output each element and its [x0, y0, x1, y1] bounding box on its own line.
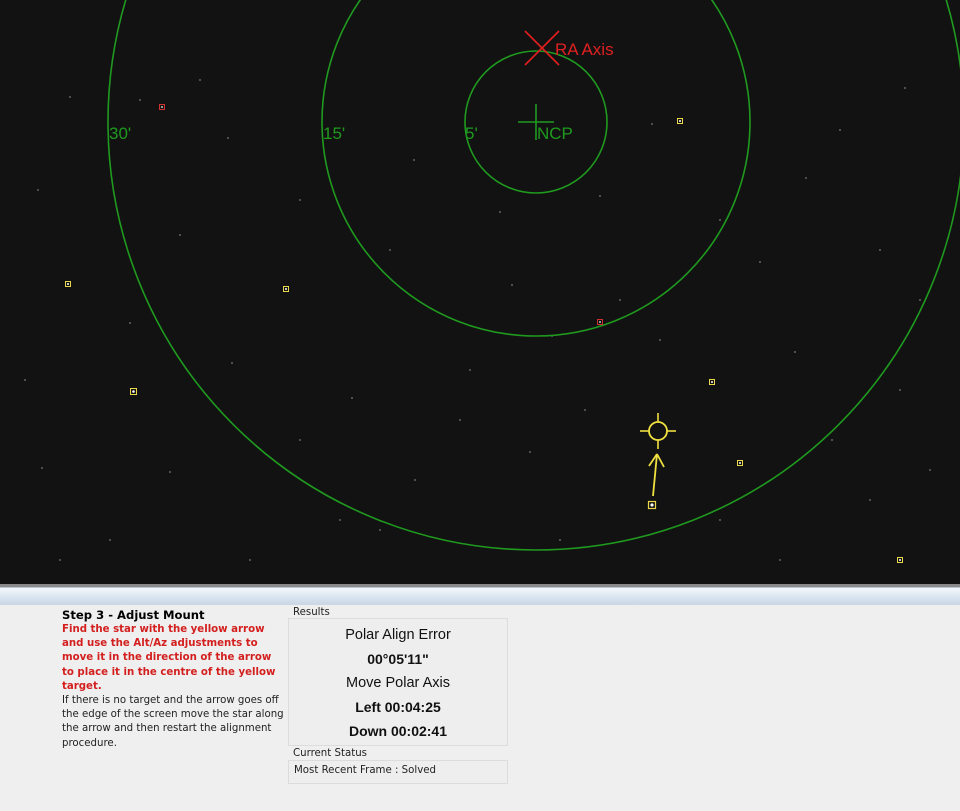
- move-polar-axis-label: Move Polar Axis: [346, 675, 450, 691]
- faint-star: [879, 249, 881, 251]
- star-marker-icon: [897, 557, 903, 563]
- star-marker-icon: [283, 286, 289, 292]
- ring-30-arcmin: [107, 0, 960, 551]
- polar-align-error-value: 00°05'11": [367, 651, 429, 667]
- faint-star: [919, 299, 921, 301]
- move-down-value: Down 00:02:41: [348, 723, 448, 739]
- sky-canvas: 30' 15' 5' NCP RA Axis: [24, 0, 960, 563]
- faint-star: [389, 249, 391, 251]
- faint-star: [904, 87, 906, 89]
- star-marker-icon: [130, 388, 137, 395]
- star-marker-icon: [65, 281, 71, 287]
- faint-star: [24, 379, 26, 381]
- faint-star: [59, 559, 61, 561]
- star-marker-icon: [677, 118, 683, 124]
- faint-star: [129, 322, 131, 324]
- faint-star: [351, 397, 353, 399]
- faint-star: [139, 99, 141, 101]
- faint-star: [584, 409, 586, 411]
- faint-star: [499, 211, 501, 213]
- faint-star: [899, 389, 901, 391]
- faint-star: [599, 195, 601, 197]
- step-instruction-text: Find the star with the yellow arrow and …: [62, 624, 276, 692]
- faint-star: [339, 519, 341, 521]
- faint-star: [511, 284, 513, 286]
- faint-star: [839, 129, 841, 131]
- move-left-value: Left 00:04:25: [355, 699, 441, 715]
- faint-star: [869, 499, 871, 501]
- faint-stars: [24, 79, 931, 561]
- plate-solve-view: 30' 15' 5' NCP RA Axis: [0, 0, 960, 584]
- faint-star: [41, 467, 43, 469]
- faint-star: [529, 451, 531, 453]
- faint-star: [249, 559, 251, 561]
- faint-star: [413, 159, 415, 161]
- polar-align-error-label: Polar Align Error: [345, 627, 451, 643]
- faint-star: [469, 369, 471, 371]
- star-marker-icon: [737, 460, 743, 466]
- faint-star: [299, 199, 301, 201]
- results-group: Polar Align Error 00°05'11" Move Polar A…: [288, 618, 508, 746]
- direction-arrow-icon: [648, 453, 665, 497]
- faint-star: [759, 261, 761, 263]
- faint-star: [414, 479, 416, 481]
- faint-star: [559, 539, 561, 541]
- faint-star: [169, 471, 171, 473]
- step-title: Step 3 - Adjust Mount: [62, 608, 205, 622]
- faint-star: [227, 137, 229, 139]
- faint-star: [379, 529, 381, 531]
- faint-star: [199, 79, 201, 81]
- faint-star: [659, 339, 661, 341]
- status-group: Most Recent Frame : Solved: [288, 760, 508, 784]
- rejected-star-icon: [159, 104, 165, 110]
- target-reticle-icon: [640, 413, 676, 449]
- faint-star: [69, 96, 71, 98]
- ncp-label: NCP: [537, 124, 573, 143]
- ra-axis-label: RA Axis: [555, 40, 614, 59]
- faint-star: [831, 439, 833, 441]
- selected-star-icon: [647, 500, 657, 510]
- faint-star: [109, 539, 111, 541]
- ring-label-30: 30': [109, 124, 131, 143]
- faint-star: [37, 189, 39, 191]
- faint-star: [719, 219, 721, 221]
- faint-star: [719, 519, 721, 521]
- current-status-label: Current Status: [293, 748, 367, 759]
- status-text: Most Recent Frame : Solved: [294, 765, 436, 776]
- faint-star: [299, 439, 301, 441]
- faint-star: [794, 351, 796, 353]
- ring-label-5: 5': [465, 124, 478, 143]
- ra-axis-cross-icon: [524, 30, 560, 66]
- faint-star: [231, 362, 233, 364]
- step-instructions: Step 3 - Adjust Mount Find the star with…: [62, 608, 286, 751]
- alignment-panel: Step 3 - Adjust Mount Find the star with…: [0, 605, 960, 811]
- faint-star: [179, 234, 181, 236]
- star-marker-icon: [709, 379, 715, 385]
- faint-star: [779, 559, 781, 561]
- faint-star: [929, 469, 931, 471]
- faint-star: [459, 419, 461, 421]
- ring-label-15: 15': [323, 124, 345, 143]
- faint-star: [619, 299, 621, 301]
- rejected-star-icon: [597, 319, 603, 325]
- faint-star: [805, 177, 807, 179]
- splitter-bar[interactable]: [0, 587, 960, 606]
- results-group-label: Results: [293, 607, 330, 618]
- faint-star: [651, 123, 653, 125]
- step-note-text: If there is no target and the arrow goes…: [62, 695, 284, 749]
